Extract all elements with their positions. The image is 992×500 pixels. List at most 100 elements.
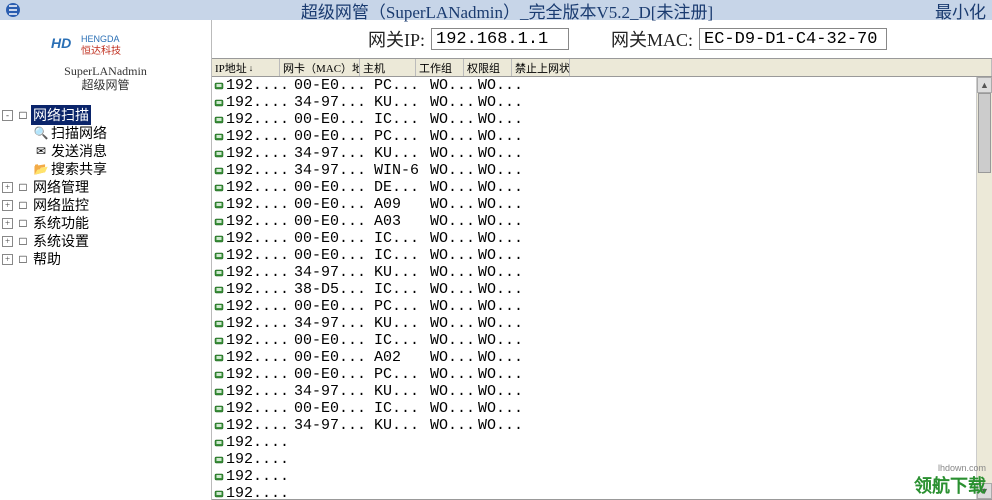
gateway-mac-input[interactable] (699, 28, 887, 50)
tree-toggle-icon[interactable]: - (2, 110, 13, 121)
col-ip-header[interactable]: IP地址↓ (212, 59, 280, 76)
tree-toggle-icon[interactable]: + (2, 254, 13, 265)
col-group-header[interactable]: 权限组 (464, 59, 512, 76)
tree-item[interactable]: +□系统设置 (2, 232, 209, 250)
cell-mac: 34-97... (294, 315, 374, 332)
cell-group: WO... (478, 111, 526, 128)
cell-host: IC... (374, 247, 430, 264)
col-netstat-header[interactable]: 禁止上网状态 (512, 59, 570, 76)
table-body: 192....00-E0...PC...WO...WO...192....34-… (212, 77, 976, 499)
gateway-mac-label: 网关MAC: (611, 26, 693, 52)
host-icon (212, 302, 226, 312)
table-row[interactable]: 192....00-E0...IC...WO...WO... (212, 230, 976, 247)
table-row[interactable]: 192....00-E0...IC...WO...WO... (212, 332, 976, 349)
table-row[interactable]: 192....34-97...KU...WO...WO... (212, 94, 976, 111)
tree-toggle-icon[interactable]: + (2, 200, 13, 211)
vertical-scrollbar[interactable]: ▲ ▼ (976, 77, 992, 499)
folder-icon: □ (15, 108, 31, 123)
table-row[interactable]: 192....00-E0...A03WO...WO... (212, 213, 976, 230)
table-row[interactable]: 192....34-97...KU...WO...WO... (212, 145, 976, 162)
cell-group: WO... (478, 349, 526, 366)
table-row[interactable]: 192....34-97...KU...WO...WO... (212, 417, 976, 434)
tree-child-item[interactable]: 📂搜索共享 (2, 160, 209, 178)
tree-child-icon: 🔍 (33, 126, 49, 141)
table-row[interactable]: 192....34-97...WIN-6WO...WO... (212, 162, 976, 179)
cell-workgroup: WO... (430, 77, 478, 94)
host-icon (212, 149, 226, 159)
gateway-ip-label: 网关IP: (368, 26, 425, 52)
tree-item[interactable]: +□系统功能 (2, 214, 209, 232)
titlebar: 超级网管（SuperLANadmin）_完全版本V5.2_D[未注册] 最小化 (0, 0, 992, 20)
table-row[interactable]: 192....00-E0...PC...WO...WO... (212, 128, 976, 145)
folder-icon: □ (15, 252, 31, 267)
table-row[interactable]: 192....00-E0...PC...WO...WO... (212, 298, 976, 315)
cell-ip: 192.... (226, 434, 294, 451)
cell-group: WO... (478, 315, 526, 332)
gateway-ip-input[interactable] (431, 28, 569, 50)
cell-group: WO... (478, 196, 526, 213)
logo-brand: HENGDA (81, 34, 120, 44)
table-row[interactable]: 192....00-E0...IC...WO...WO... (212, 400, 976, 417)
cell-mac: 00-E0... (294, 247, 374, 264)
cell-ip: 192.... (226, 111, 294, 128)
host-icon (212, 166, 226, 176)
table-row[interactable]: 192....00-E0...DE...WO...WO... (212, 179, 976, 196)
scroll-up-button[interactable]: ▲ (977, 77, 992, 93)
tree-child-item[interactable]: ✉发送消息 (2, 142, 209, 160)
tree-item[interactable]: -□网络扫描 (2, 106, 209, 124)
table-row[interactable]: 192....38-D5...IC...WO...WO... (212, 281, 976, 298)
cell-group: WO... (478, 366, 526, 383)
table-row[interactable]: 192....00-E0...IC...WO...WO... (212, 247, 976, 264)
table-row[interactable]: 192.... (212, 434, 976, 451)
cell-group: WO... (478, 145, 526, 162)
table-row[interactable]: 192....34-97...KU...WO...WO... (212, 383, 976, 400)
cell-ip: 192.... (226, 468, 294, 485)
cell-ip: 192.... (226, 179, 294, 196)
scroll-thumb[interactable] (978, 93, 991, 173)
table-row[interactable]: 192....00-E0...IC...WO...WO... (212, 111, 976, 128)
host-icon (212, 336, 226, 346)
cell-ip: 192.... (226, 383, 294, 400)
cell-host: PC... (374, 77, 430, 94)
col-host-header[interactable]: 主机 (360, 59, 416, 76)
cell-ip: 192.... (226, 213, 294, 230)
cell-group: WO... (478, 94, 526, 111)
table-row[interactable]: 192.... (212, 485, 976, 499)
cell-mac: 00-E0... (294, 196, 374, 213)
table-row[interactable]: 192....34-97...KU...WO...WO... (212, 315, 976, 332)
tree-toggle-icon[interactable]: + (2, 218, 13, 229)
tree-child-label: 发送消息 (49, 141, 109, 161)
cell-host: WIN-6 (374, 162, 430, 179)
table-row[interactable]: 192....00-E0...A02WO...WO... (212, 349, 976, 366)
table-row[interactable]: 192....00-E0...A09WO...WO... (212, 196, 976, 213)
table-row[interactable]: 192....00-E0...PC...WO...WO... (212, 77, 976, 94)
tree-child-item[interactable]: 🔍扫描网络 (2, 124, 209, 142)
host-icon (212, 319, 226, 329)
logo: HD HENGDA 恒达科技 (0, 20, 211, 64)
cell-workgroup: WO... (430, 332, 478, 349)
cell-mac: 34-97... (294, 264, 374, 281)
host-icon (212, 489, 226, 499)
cell-group: WO... (478, 281, 526, 298)
tree-toggle-icon[interactable]: + (2, 236, 13, 247)
table-row[interactable]: 192....34-97...KU...WO...WO... (212, 264, 976, 281)
cell-group: WO... (478, 247, 526, 264)
host-icon (212, 200, 226, 210)
tree-child-label: 扫描网络 (49, 123, 109, 143)
cell-ip: 192.... (226, 145, 294, 162)
cell-host: KU... (374, 417, 430, 434)
table-row[interactable]: 192....00-E0...PC...WO...WO... (212, 366, 976, 383)
table-row[interactable]: 192.... (212, 468, 976, 485)
tree-toggle-icon[interactable]: + (2, 182, 13, 193)
tree-item[interactable]: +□网络监控 (2, 196, 209, 214)
col-mac-header[interactable]: 网卡（MAC）地址 (280, 59, 360, 76)
cell-host: IC... (374, 400, 430, 417)
tree-item[interactable]: +□帮助 (2, 250, 209, 268)
host-table: IP地址↓ 网卡（MAC）地址 主机 工作组 权限组 禁止上网状态 192...… (212, 58, 992, 500)
cell-ip: 192.... (226, 298, 294, 315)
table-row[interactable]: 192.... (212, 451, 976, 468)
col-workgroup-header[interactable]: 工作组 (416, 59, 464, 76)
cell-mac: 38-D5... (294, 281, 374, 298)
host-icon (212, 387, 226, 397)
tree-item[interactable]: +□网络管理 (2, 178, 209, 196)
